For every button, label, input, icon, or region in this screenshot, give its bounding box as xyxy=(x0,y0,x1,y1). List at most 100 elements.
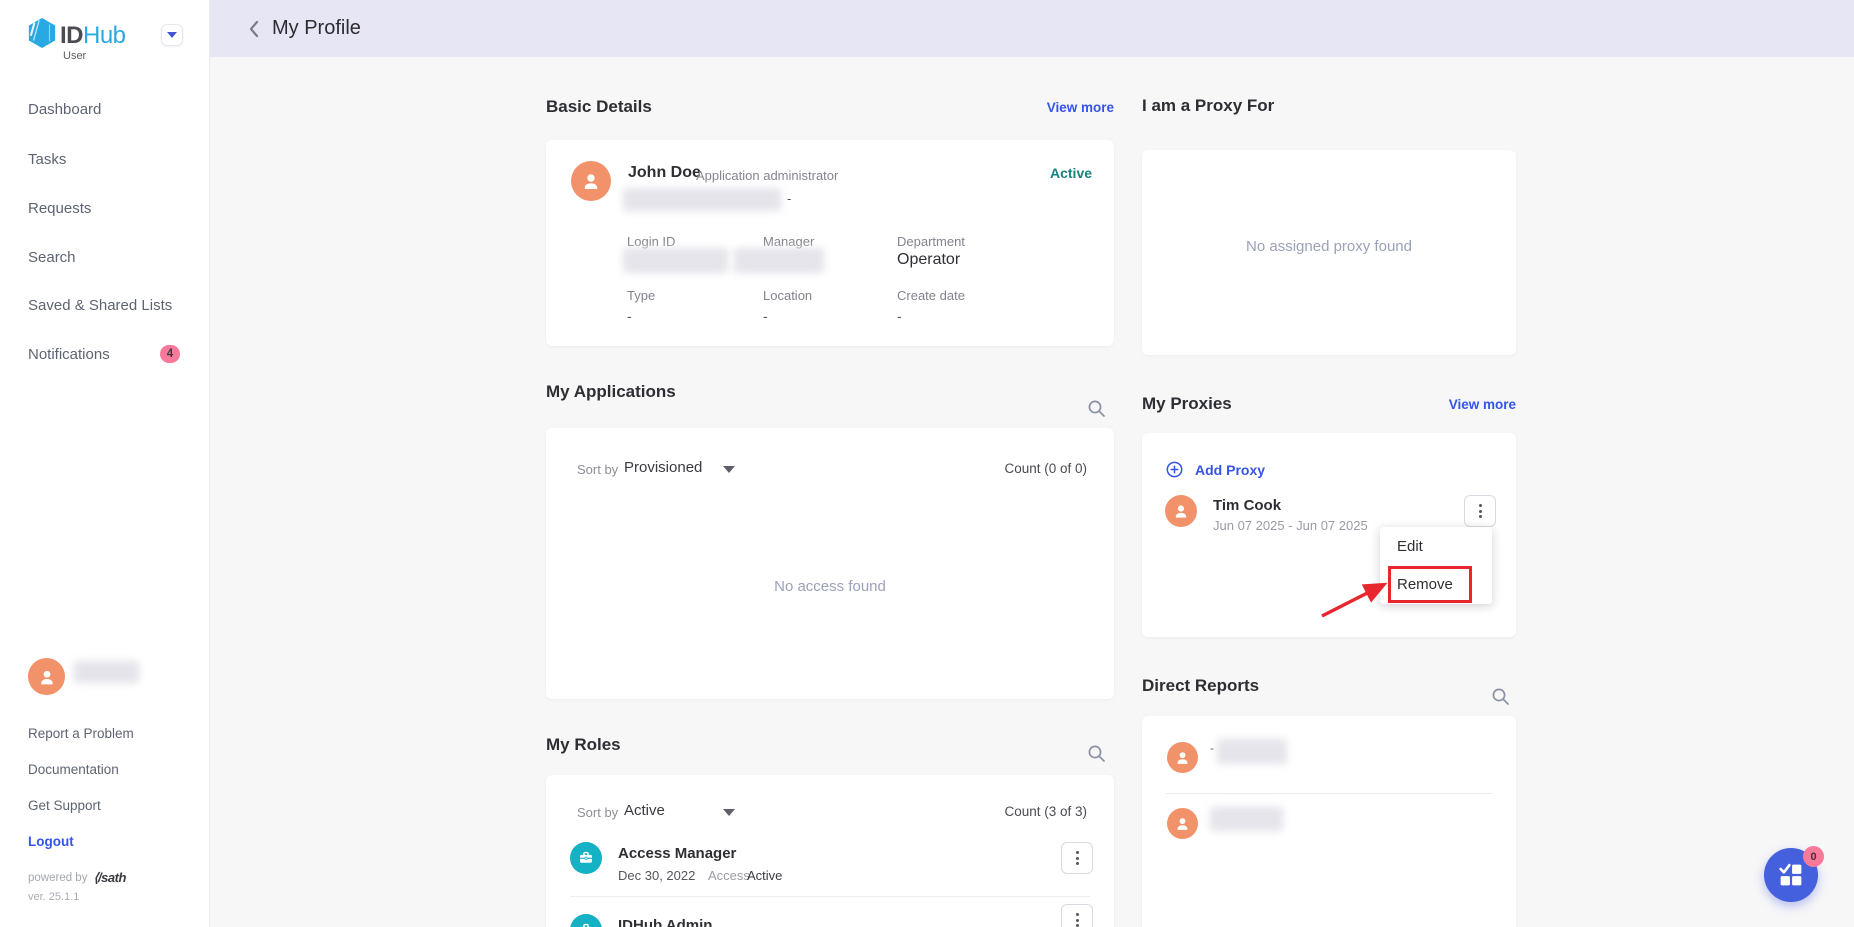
profile-avatar xyxy=(571,161,611,201)
powered-by: powered by ⟨/sath xyxy=(28,870,126,886)
report-name-redacted xyxy=(1210,807,1283,831)
brand-hub: Hub xyxy=(83,22,126,49)
applications-search-icon[interactable] xyxy=(1087,399,1107,419)
checklist-grid-icon xyxy=(1779,863,1803,887)
profile-email-redacted xyxy=(623,188,781,211)
person-icon xyxy=(36,666,58,688)
role-icon-circle xyxy=(570,914,602,927)
sidebar-logout[interactable]: Logout xyxy=(28,834,74,849)
proxy-kebab-menu-button[interactable] xyxy=(1464,495,1496,527)
basic-details-title: Basic Details xyxy=(546,97,652,117)
add-proxy-button[interactable]: Add Proxy xyxy=(1166,461,1265,478)
idhub-logo-icon xyxy=(27,17,57,49)
powered-by-label: powered by xyxy=(28,872,87,884)
proxy-name: Tim Cook xyxy=(1213,497,1281,514)
applications-sort-dropdown[interactable]: Provisioned xyxy=(624,459,702,476)
briefcase-icon xyxy=(577,921,595,927)
manager-redacted xyxy=(734,248,824,273)
report-name-redacted xyxy=(1217,739,1287,764)
report-avatar xyxy=(1167,808,1198,839)
proxy-period: Jun 07 2025 - Jun 07 2025 xyxy=(1213,518,1368,533)
brand-id: ID xyxy=(60,22,83,49)
person-icon xyxy=(579,169,603,193)
plus-circle-icon xyxy=(1166,461,1183,478)
sidebar-get-support[interactable]: Get Support xyxy=(28,798,101,813)
applications-count: Count (0 of 0) xyxy=(1004,461,1087,476)
direct-reports-search-icon[interactable] xyxy=(1491,687,1511,707)
sidebar-item-tasks[interactable]: Tasks xyxy=(28,151,66,168)
role-name[interactable]: Access Manager xyxy=(618,845,736,862)
sidebar-item-requests[interactable]: Requests xyxy=(28,200,91,217)
sidebar-item-dashboard[interactable]: Dashboard xyxy=(28,101,101,118)
version-label: ver. 25.1.1 xyxy=(28,891,79,903)
report-dash: - xyxy=(1210,741,1214,755)
add-proxy-label: Add Proxy xyxy=(1195,462,1265,478)
applications-sort-caret-icon[interactable] xyxy=(723,466,735,473)
report-row-divider xyxy=(1166,793,1492,794)
my-applications-title: My Applications xyxy=(546,382,676,402)
field-label-login-id: Login ID xyxy=(627,234,675,249)
role-name[interactable]: IDHub Admin xyxy=(618,917,712,927)
my-proxies-view-more[interactable]: View more xyxy=(1449,397,1516,412)
field-label-department: Department xyxy=(897,234,965,249)
my-proxies-title: My Proxies xyxy=(1142,394,1232,414)
direct-reports-title: Direct Reports xyxy=(1142,676,1259,696)
role-access-label: Access xyxy=(708,868,750,883)
roles-count: Count (3 of 3) xyxy=(1004,804,1087,819)
proxy-for-header: I am a Proxy For xyxy=(1142,96,1516,116)
chevron-left-icon xyxy=(248,20,260,38)
role-kebab-menu-button[interactable] xyxy=(1061,842,1093,874)
my-applications-header: My Applications xyxy=(546,382,1114,402)
field-value-department: Operator xyxy=(897,251,960,269)
brand-switcher-button[interactable] xyxy=(161,24,183,46)
field-value-type: - xyxy=(627,308,632,324)
direct-reports-header: Direct Reports xyxy=(1142,676,1516,696)
sidebar-documentation[interactable]: Documentation xyxy=(28,762,119,777)
my-proxies-header: My Proxies View more xyxy=(1142,394,1516,414)
field-label-location: Location xyxy=(763,288,812,303)
role-kebab-menu-button[interactable] xyxy=(1061,904,1093,927)
field-value-create-date: - xyxy=(897,308,902,324)
back-button[interactable] xyxy=(248,20,260,38)
person-icon xyxy=(1173,748,1192,767)
basic-details-card: John Doe Application administrator - Act… xyxy=(546,140,1114,346)
role-icon-circle xyxy=(570,842,602,874)
proxy-avatar xyxy=(1165,495,1197,527)
notifications-count-badge: 4 xyxy=(160,345,180,363)
chevron-down-icon xyxy=(167,32,177,38)
sath-logo: ⟨/sath xyxy=(93,870,125,886)
sidebar-item-saved-shared-lists[interactable]: Saved & Shared Lists xyxy=(28,297,172,314)
roles-sort-dropdown[interactable]: Active xyxy=(624,802,665,819)
my-roles-card: Sort by Active Count (3 of 3) Access Man… xyxy=(546,775,1114,927)
field-value-location: - xyxy=(763,308,768,324)
my-roles-header: My Roles xyxy=(546,735,1114,755)
brand-subtitle: User xyxy=(63,50,86,62)
proxy-for-card: No assigned proxy found xyxy=(1142,150,1516,355)
annotation-arrow xyxy=(1305,572,1405,627)
my-applications-card: Sort by Provisioned Count (0 of 0) No ac… xyxy=(546,428,1114,699)
person-icon xyxy=(1173,814,1192,833)
sidebar-item-search[interactable]: Search xyxy=(28,249,76,266)
roles-sort-label: Sort by xyxy=(577,805,618,820)
person-icon xyxy=(1171,501,1191,521)
field-label-create-date: Create date xyxy=(897,288,965,303)
role-date: Dec 30, 2022 xyxy=(618,868,695,883)
user-name-redacted xyxy=(74,661,139,683)
proxy-for-empty-message: No assigned proxy found xyxy=(1142,238,1516,255)
user-avatar[interactable] xyxy=(28,658,65,695)
field-label-type: Type xyxy=(627,288,655,303)
roles-sort-caret-icon[interactable] xyxy=(723,809,735,816)
sidebar-report-problem[interactable]: Report a Problem xyxy=(28,726,134,741)
menu-item-edit[interactable]: Edit xyxy=(1380,527,1492,565)
app-window: IDHub User Dashboard Tasks Requests Sear… xyxy=(0,0,1854,927)
report-avatar xyxy=(1167,742,1198,773)
applications-empty-message: No access found xyxy=(546,578,1114,595)
field-label-manager: Manager xyxy=(763,234,814,249)
profile-role: Application administrator xyxy=(696,168,838,183)
roles-search-icon[interactable] xyxy=(1087,744,1107,764)
basic-details-view-more[interactable]: View more xyxy=(1047,100,1114,115)
login-id-redacted xyxy=(623,248,728,273)
profile-name: John Doe xyxy=(628,164,701,182)
page-title: My Profile xyxy=(272,17,361,40)
sidebar-item-notifications[interactable]: Notifications xyxy=(28,346,110,363)
